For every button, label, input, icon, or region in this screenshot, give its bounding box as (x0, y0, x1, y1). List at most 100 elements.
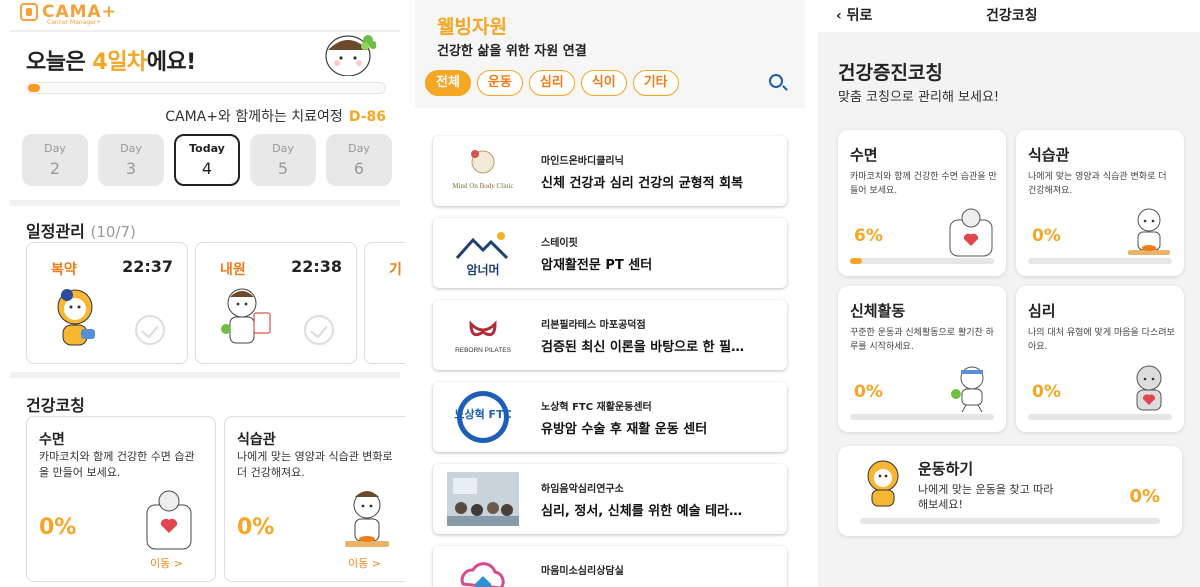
ribbon-logo-icon: REBORN PILATES (455, 320, 512, 354)
checkmark-icon[interactable] (304, 315, 334, 345)
running-mascot-icon (951, 366, 984, 413)
chip-all[interactable]: 전체 (425, 70, 471, 96)
search-icon[interactable] (769, 74, 783, 88)
resource-item[interactable]: 노상혁 FTC 노상혁 FTC 재활운동센터 유방암 수술 후 재활 운동 센터 (433, 382, 787, 452)
wellbeing-header: 웰빙자원 건강한 삶을 위한 자원 연결 전체 운동 심리 식이 기타 (415, 0, 805, 108)
card-desc: 나에게 맞는 영양과 식습관 변화로 더 건강해져요. (1028, 172, 1167, 196)
resource-name: 노상혁 FTC 재활운동센터 (541, 402, 652, 413)
nav-bar: ‹ 뒤로 건강코칭 (818, 0, 1200, 32)
coaching-card-diet[interactable]: 식습관 나에게 맞는 영양과 식습관 변화로 더 건강해져요. 0% (1016, 130, 1184, 276)
greeting-day: 4일차 (92, 50, 147, 75)
day-card[interactable]: Day 5 (250, 134, 316, 186)
clinic-logo: 노상혁 FTC (443, 390, 523, 444)
resource-name: 마음미소심리상담실 (541, 566, 624, 577)
coaching-card-title: 식습관 (237, 432, 276, 448)
resource-item[interactable]: 하임음악심리연구소 심리, 정서, 신체를 위한 예술 테라… (433, 464, 787, 534)
treatment-progress-bar (26, 82, 386, 94)
exercise-title: 운동하기 (918, 460, 974, 478)
heart-mascot-icon (1136, 365, 1162, 411)
resource-item[interactable]: Mind On Body Clinic 마인드온바디클리닉 신체 건강과 심리 … (433, 136, 787, 206)
card-progress-bar (1028, 258, 1172, 264)
day-label: Day (120, 142, 142, 155)
exercise-progress-bar (860, 518, 1160, 524)
chip-exercise[interactable]: 운동 (476, 70, 523, 96)
back-label: 뒤로 (846, 8, 873, 24)
resource-item[interactable]: 마음미소심리상담실 (433, 546, 787, 587)
group-photo-icon (447, 472, 519, 526)
ftc-logo-icon: 노상혁 FTC (454, 391, 512, 443)
resource-name: 하임음악심리연구소 (541, 484, 624, 495)
card-percent: 0% (1032, 382, 1061, 402)
card-desc: 나의 대처 유형에 맞게 마음을 다스려보아요. (1028, 328, 1175, 352)
resource-desc: 암재활전문 PT 센터 (541, 258, 653, 273)
greeting: 오늘은 4일차에요! (26, 44, 196, 76)
card-desc: 꾸준한 운동과 신체활동으로 활기찬 하루를 시작하세요. (850, 328, 994, 352)
back-button[interactable]: ‹ 뒤로 (836, 5, 872, 25)
card-progress-bar (1028, 414, 1172, 420)
section-divider (10, 372, 400, 378)
resource-item[interactable]: 암너머 스테이핏 암재활전문 PT 센터 (433, 218, 787, 288)
nav-title: 건강코칭 (986, 8, 1038, 24)
coaching-card-percent: 0% (39, 515, 77, 540)
page-subtitle: 건강한 삶을 위한 자원 연결 (437, 44, 587, 59)
category-filter: 전체 운동 심리 식이 기타 (425, 70, 679, 96)
chevron-left-icon: ‹ (836, 8, 847, 24)
exercise-card[interactable]: 운동하기 나에게 맞는 운동을 찾고 따라해보세요! 0% (838, 446, 1182, 536)
page-heading: 건강증진코칭 (838, 62, 943, 84)
coaching-title: 건강코칭 (26, 396, 85, 415)
schedule-time: 22:38 (291, 257, 342, 276)
exercise-desc: 나에게 맞는 운동을 찾고 따라해보세요! (918, 483, 1054, 511)
day-number: 4 (201, 159, 213, 178)
resource-name: 스테이핏 (541, 238, 578, 249)
day-card[interactable]: Day 2 (22, 134, 88, 186)
coaching-card-activity[interactable]: 신체활동 꾸준한 운동과 신체활동으로 활기찬 하루를 시작하세요. 0% (838, 286, 1006, 432)
coaching-card-mind[interactable]: 심리 나의 대처 유형에 맞게 마음을 다스려보아요. 0% (1016, 286, 1184, 432)
day-card[interactable]: Day 6 (326, 134, 392, 186)
page-subheading: 맞춤 코칭으로 관리해 보세요! (838, 90, 1000, 105)
schedule-title: 일정관리 (10/7) (26, 218, 136, 242)
greeting-suffix: 에요! (146, 50, 197, 75)
clinic-logo: 암너머 (443, 226, 523, 280)
day-card-today[interactable]: Today 4 (174, 134, 240, 186)
tiger-mascot-icon (867, 460, 899, 507)
schedule-card-visit[interactable]: 내원 22:38 (195, 242, 357, 364)
resource-desc: 신체 건강과 심리 건강의 균형적 회복 (541, 176, 744, 191)
card-percent: 0% (1032, 226, 1061, 246)
journey-info: CAMA+와 함께하는 치료여정 D-86 (165, 106, 386, 126)
schedule-card-other[interactable]: 기 (364, 242, 410, 364)
card-progress-bar (850, 414, 994, 420)
svg-text:REBORN PILATES: REBORN PILATES (455, 347, 512, 354)
coaching-card-sleep[interactable]: 수면 카마코치와 함께 건강한 수면 습관을 만들어 보세요. 6% (838, 130, 1006, 276)
panel-gap (405, 0, 415, 587)
chef-mascot-icon (345, 491, 389, 547)
resource-desc: 유방암 수술 후 재활 운동 센터 (541, 422, 708, 437)
day-card[interactable]: Day 3 (98, 134, 164, 186)
day-label: Day (272, 142, 294, 155)
checkmark-icon[interactable] (135, 315, 165, 345)
card-title: 신체활동 (850, 302, 906, 320)
schedule-card-medication[interactable]: 복약 22:37 (26, 242, 188, 364)
section-divider (10, 200, 400, 206)
card-progress-bar (850, 258, 994, 264)
card-title: 심리 (1028, 302, 1056, 320)
svg-text:Mind On Body Clinic: Mind On Body Clinic (452, 182, 513, 190)
card-title: 식습관 (1028, 146, 1070, 164)
doctor-mascot-icon (221, 288, 271, 344)
move-link[interactable]: 이동 > (150, 555, 183, 571)
move-link[interactable]: 이동 > (348, 555, 381, 571)
resource-photo (443, 472, 523, 526)
chip-diet[interactable]: 식이 (580, 70, 627, 96)
resource-item[interactable]: REBORN PILATES 리본필라테스 마포공덕점 검증된 최신 이론을 바… (433, 300, 787, 370)
coaching-screen: ‹ 뒤로 건강코칭 건강증진코칭 맞춤 코칭으로 관리해 보세요! 수면 카마코… (818, 0, 1200, 587)
day-selector: Day 2 Day 3 Today 4 Day 5 Day 6 (22, 134, 392, 186)
coaching-card-sleep[interactable]: 수면 카마코치와 함께 건강한 수면 습관을 만들어 보세요. 0% 이동 > (26, 416, 216, 582)
resource-name: 리본필라테스 마포공덕점 (541, 320, 646, 331)
logo-subtitle: Cancer Manager+ (47, 19, 102, 26)
coaching-card-diet[interactable]: 식습관 나에게 맞는 영양과 식습관 변화로 더 건강해져요. 0% 이동 > (224, 416, 410, 582)
svg-text:노상혁 FTC: 노상혁 FTC (454, 407, 511, 421)
day-number: 5 (277, 159, 289, 178)
chip-psychology[interactable]: 심리 (528, 70, 575, 96)
day-label: Day (44, 142, 66, 155)
chip-other[interactable]: 기타 (632, 70, 679, 96)
coaching-card-desc: 나에게 맞는 영양과 식습관 변화로 더 건강해져요. (237, 450, 393, 479)
